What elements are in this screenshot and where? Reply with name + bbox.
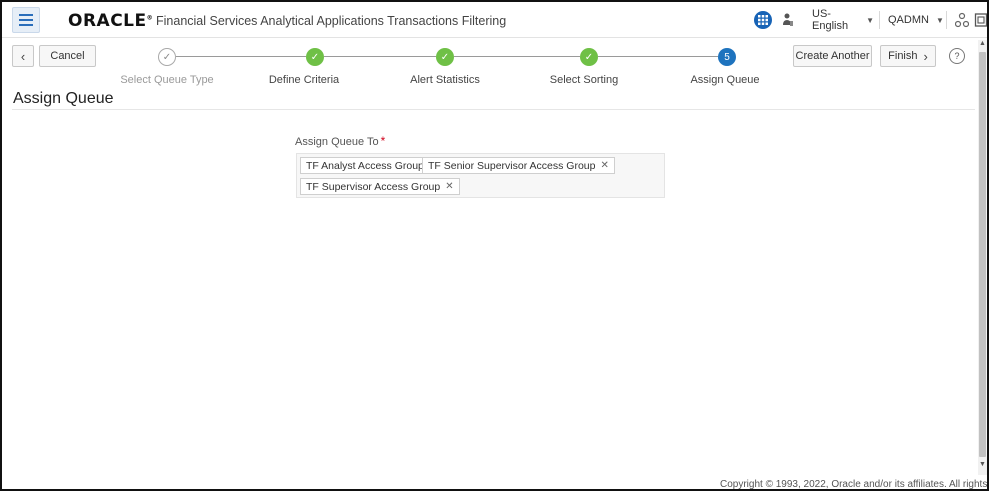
app-header: ORACLE® Financial Services Analytical Ap… (2, 2, 987, 38)
oracle-logo: ORACLE® (68, 11, 154, 31)
apps-grid-icon[interactable] (754, 11, 772, 29)
page-title: Assign Queue (13, 90, 114, 107)
check-icon: ✓ (162, 51, 172, 63)
step-label: Define Criteria (268, 74, 340, 86)
step-2-define-criteria[interactable]: ✓ (306, 48, 324, 66)
check-icon: ✓ (440, 51, 450, 63)
finish-button[interactable]: Finish › (880, 45, 936, 67)
user-role-icon[interactable] (782, 12, 794, 28)
chevron-down-icon: ▼ (935, 15, 944, 25)
back-button[interactable]: ‹ (12, 45, 34, 67)
hamburger-menu-icon[interactable] (12, 7, 40, 33)
section-divider (12, 109, 975, 110)
user-menu[interactable]: QADMN ▼ (888, 10, 944, 30)
required-indicator: * (380, 134, 386, 148)
step-label: Assign Queue (690, 74, 760, 86)
chevron-right-icon: › (923, 48, 928, 64)
finish-label: Finish (888, 50, 918, 62)
cancel-button[interactable]: Cancel (39, 45, 96, 67)
copyright-text: Copyright © 1993, 2022, Oracle and/or it… (720, 479, 988, 490)
train-connector (454, 56, 580, 57)
step-label: Alert Statistics (410, 74, 480, 86)
assign-queue-to-label: Assign Queue To * (295, 134, 386, 148)
step-5-assign-queue[interactable]: 5 (718, 48, 736, 66)
step-3-alert-statistics[interactable]: ✓ (436, 48, 454, 66)
language-value: US-English (812, 8, 849, 32)
step-label: Select Sorting (549, 74, 619, 86)
step-1-select-queue-type[interactable]: ✓ (158, 48, 176, 66)
check-icon: ✓ (584, 51, 594, 63)
step-4-select-sorting[interactable]: ✓ (580, 48, 598, 66)
train-connector (176, 56, 306, 57)
train-connector (598, 56, 718, 57)
remove-tag-icon[interactable]: ✕ (445, 181, 453, 192)
train-connector (324, 56, 436, 57)
step-number: 5 (724, 51, 730, 63)
scroll-up-arrow-icon[interactable]: ▲ (978, 40, 987, 52)
header-divider (946, 11, 947, 29)
wizard-train: ‹ Cancel ✓ ✓ ✓ ✓ 5 Select Queue Type Def… (2, 38, 977, 110)
scroll-down-arrow-icon[interactable]: ▼ (978, 461, 987, 473)
scrollbar-thumb[interactable] (979, 52, 986, 457)
check-icon: ✓ (310, 51, 320, 63)
chevron-down-icon: ▼ (866, 15, 874, 25)
hierarchy-icon[interactable] (954, 12, 970, 28)
user-name: QADMN (888, 14, 929, 26)
selected-group-tag: TF Senior Supervisor Access Group ✕ (422, 157, 615, 174)
header-divider (879, 11, 880, 29)
step-label: Select Queue Type (120, 74, 214, 86)
app-window: ORACLE® Financial Services Analytical Ap… (0, 0, 989, 491)
help-icon[interactable]: ? (949, 48, 965, 64)
app-title: Financial Services Analytical Applicatio… (156, 14, 507, 28)
chevron-left-icon: ‹ (20, 48, 26, 64)
assign-queue-to-multiselect[interactable]: TF Analyst Access Group ✕ TF Senior Supe… (296, 153, 665, 198)
remove-tag-icon[interactable]: ✕ (600, 160, 608, 171)
create-another-button[interactable]: Create Another (793, 45, 872, 67)
selected-group-tag: TF Supervisor Access Group ✕ (300, 178, 460, 195)
language-select[interactable]: US-English ▼ (807, 8, 875, 32)
logout-icon[interactable] (974, 12, 987, 28)
